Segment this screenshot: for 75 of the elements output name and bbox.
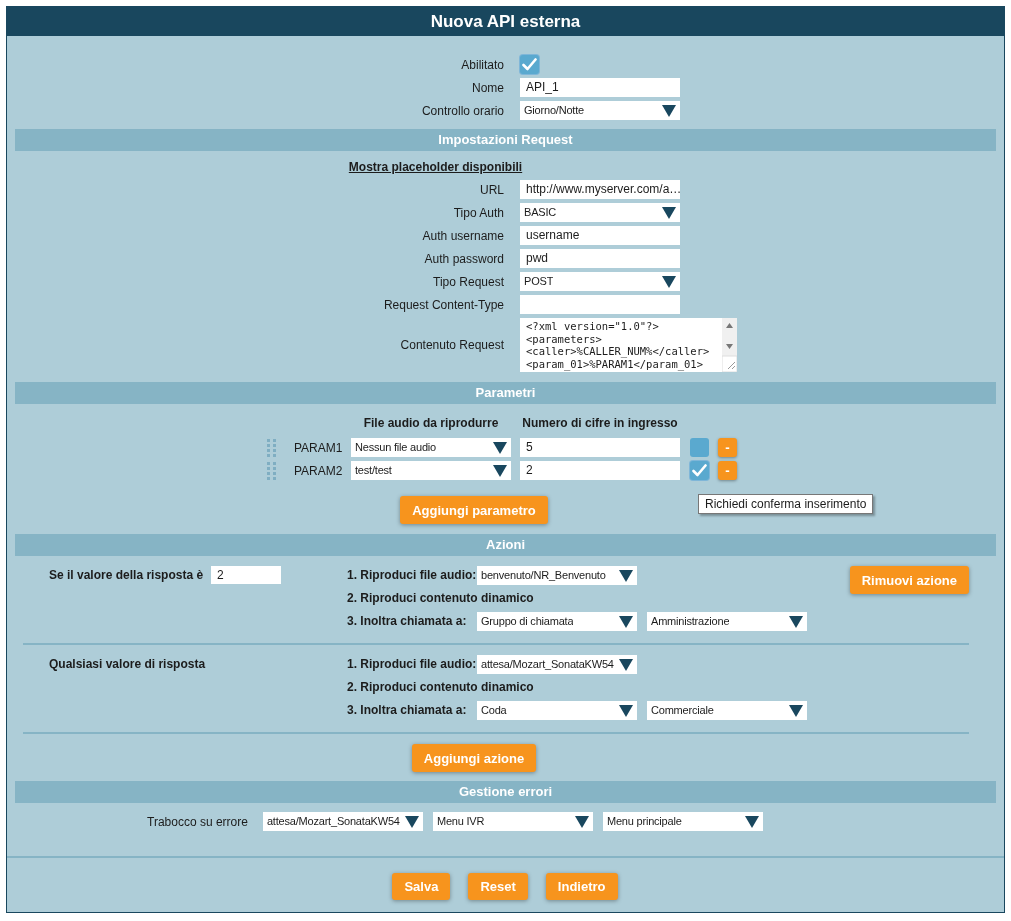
field-label: Request Content-Type (382, 297, 504, 312)
window-title: Nuova API esterna (7, 7, 1004, 36)
field-label: Auth password (423, 251, 504, 266)
scrollbar (722, 318, 737, 372)
step-label: 1. Riproduci file audio: (347, 656, 477, 673)
drag-handle-icon (267, 461, 276, 480)
tooltip: Richiedi conferma inserimento (698, 494, 874, 514)
step-label: 2. Riproduci contenuto dinamico (347, 590, 535, 607)
placeholder-link[interactable]: Mostra placeholder disponibili (348, 160, 523, 174)
column-header: Numero di cifre in ingresso (521, 416, 679, 432)
caret-icon (493, 441, 507, 454)
section-header: Impostazioni Request (15, 129, 996, 151)
caret-icon (493, 464, 507, 477)
caret-icon (789, 704, 803, 717)
text-area[interactable]: <?xml version="1.0"?> <parameters> <caller>%CALLER_NUM%</caller> <param_01>%PARAM1</param_01> (520, 318, 737, 372)
dropdown[interactable]: test/test (351, 461, 511, 480)
dropdown[interactable]: Giorno/Notte (520, 101, 680, 120)
caret-icon (619, 658, 633, 671)
section-header: Azioni (15, 534, 996, 556)
field-label: Tipo Auth (452, 205, 504, 220)
checkbox[interactable] (690, 461, 709, 480)
input-field[interactable]: API_1 (520, 78, 680, 97)
parameter-name: PARAM2 (294, 463, 344, 478)
caret-icon (619, 704, 633, 717)
caret-icon (574, 815, 589, 828)
caret-icon (662, 206, 676, 219)
dropdown[interactable]: Nessun file audio (351, 438, 511, 457)
checkmark-icon (692, 464, 707, 477)
parameter-name: PARAM1 (294, 440, 344, 455)
caret-icon (619, 615, 633, 628)
dropdown[interactable]: BASIC (520, 203, 680, 222)
dropdown[interactable]: Gruppo di chiamata (477, 612, 637, 631)
drag-handle-icon (267, 438, 276, 457)
dropdown[interactable]: attesa/Mozart_SonataKW54 (262, 812, 423, 831)
field-label: Auth username (421, 228, 504, 243)
column-header: File audio da riprodurre (362, 416, 500, 432)
section-header: Gestione errori (15, 781, 996, 803)
input-field[interactable]: 2 (520, 461, 680, 480)
checkbox[interactable] (520, 55, 539, 74)
caret-icon (744, 815, 759, 828)
dropdown[interactable]: benvenuto/NR_Benvenuto (477, 566, 637, 585)
dropdown[interactable]: Amministrazione (647, 612, 807, 631)
input-field[interactable]: 5 (520, 438, 680, 457)
field-label: Trabocco su errore (147, 814, 248, 829)
field-label: Nome (471, 80, 504, 95)
condition-label: Qualsiasi valore di risposta (49, 656, 206, 671)
field-label: Tipo Request (432, 274, 504, 289)
dropdown[interactable]: POST (520, 272, 680, 291)
caret-icon (404, 815, 419, 828)
field-label: URL (479, 182, 504, 197)
field-label: Controllo orario (420, 103, 504, 118)
step-label: 3. Inoltra chiamata a: (347, 702, 468, 719)
step-label: 3. Inoltra chiamata a: (347, 613, 468, 630)
checkmark-icon (522, 58, 537, 71)
dropdown[interactable]: Commerciale (647, 701, 807, 720)
input-field[interactable]: pwd (520, 249, 680, 268)
field-label: Abilitato (460, 57, 504, 72)
input-field[interactable]: 2 (211, 566, 282, 584)
field-label: Contenuto Request (399, 338, 504, 352)
step-label: 1. Riproduci file audio: (347, 567, 477, 584)
step-label: 2. Riproduci contenuto dinamico (347, 679, 535, 696)
caret-icon (789, 615, 803, 628)
dropdown[interactable]: Menu principale (602, 812, 763, 831)
input-field[interactable]: http://www.myserver.com/a… (520, 180, 680, 199)
input-field[interactable] (520, 295, 680, 314)
dropdown[interactable]: attesa/Mozart_SonataKW54 (477, 655, 637, 674)
input-field[interactable]: username (520, 226, 680, 245)
checkbox[interactable] (690, 438, 709, 457)
caret-icon (662, 104, 676, 117)
caret-icon (619, 569, 633, 582)
dropdown[interactable]: Coda (477, 701, 637, 720)
caret-icon (662, 275, 676, 288)
dropdown[interactable]: Menu IVR (432, 812, 593, 831)
condition-label: Se il valore della risposta è (49, 567, 204, 582)
section-header: Parametri (15, 382, 996, 404)
